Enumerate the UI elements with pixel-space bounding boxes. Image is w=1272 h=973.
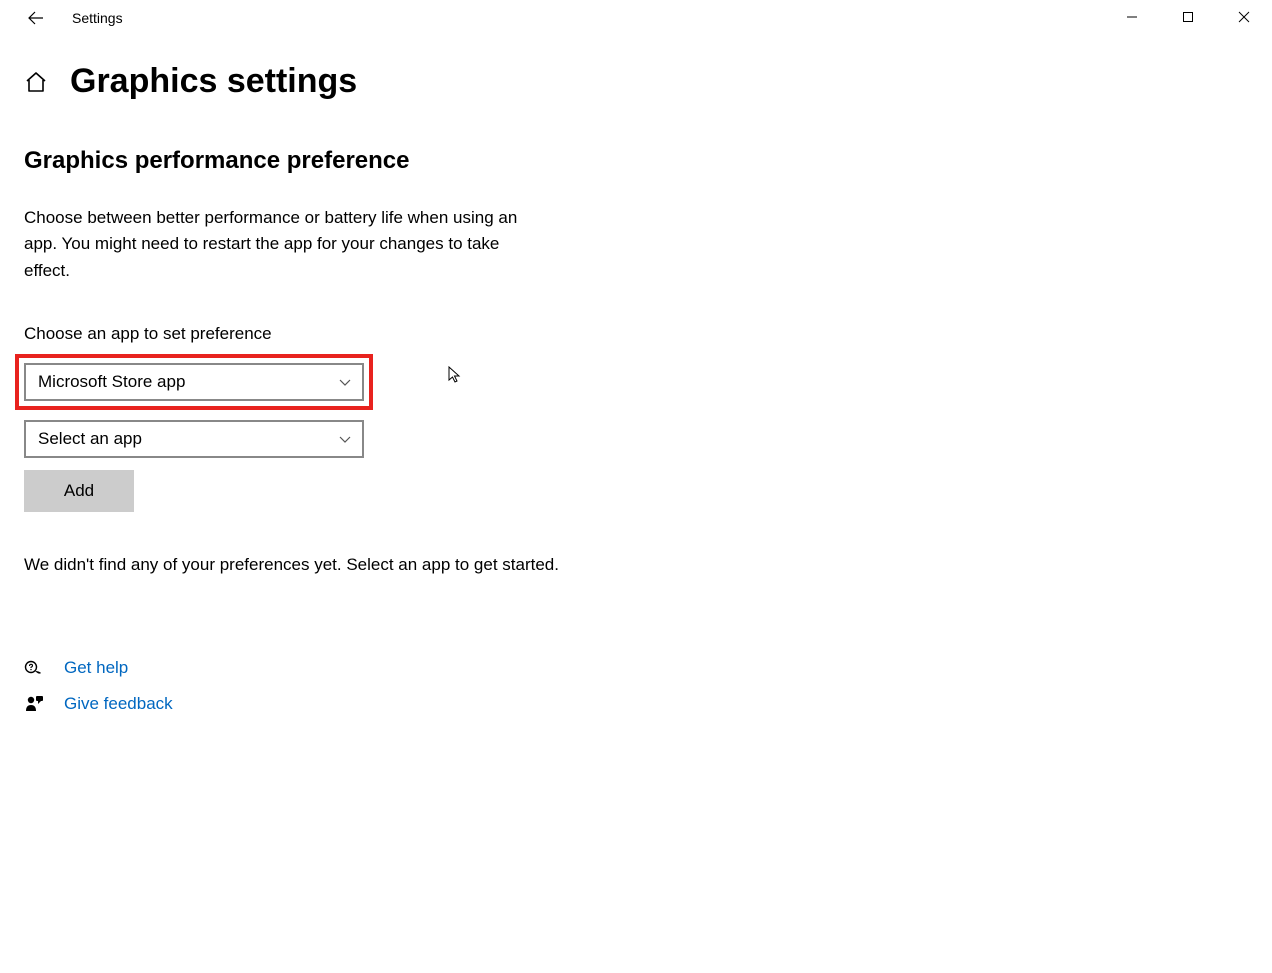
minimize-button[interactable] (1104, 0, 1160, 34)
chevron-down-icon (338, 375, 352, 389)
app-type-value: Microsoft Store app (38, 372, 185, 392)
close-button[interactable] (1216, 0, 1272, 34)
choose-app-label: Choose an app to set preference (24, 324, 600, 344)
give-feedback-link[interactable]: Give feedback (24, 694, 600, 714)
home-icon[interactable] (24, 70, 48, 94)
back-arrow-icon (28, 10, 44, 26)
back-button[interactable] (18, 0, 54, 36)
highlight-annotation: Microsoft Store app (15, 354, 373, 410)
app-title: Settings (72, 10, 123, 26)
give-feedback-text: Give feedback (64, 694, 173, 714)
app-select-value: Select an app (38, 429, 142, 449)
app-type-dropdown[interactable]: Microsoft Store app (24, 363, 364, 401)
close-icon (1238, 11, 1250, 23)
feedback-icon (24, 694, 44, 714)
page-title: Graphics settings (70, 62, 357, 101)
empty-preferences-message: We didn't find any of your preferences y… (24, 552, 564, 578)
add-button[interactable]: Add (24, 470, 134, 512)
maximize-icon (1182, 11, 1194, 23)
get-help-link[interactable]: Get help (24, 658, 600, 678)
get-help-text: Get help (64, 658, 128, 678)
help-icon (24, 658, 44, 678)
maximize-button[interactable] (1160, 0, 1216, 34)
section-heading: Graphics performance preference (24, 147, 600, 175)
minimize-icon (1126, 11, 1138, 23)
chevron-down-icon (338, 432, 352, 446)
app-select-dropdown[interactable]: Select an app (24, 420, 364, 458)
section-description: Choose between better performance or bat… (24, 205, 544, 284)
